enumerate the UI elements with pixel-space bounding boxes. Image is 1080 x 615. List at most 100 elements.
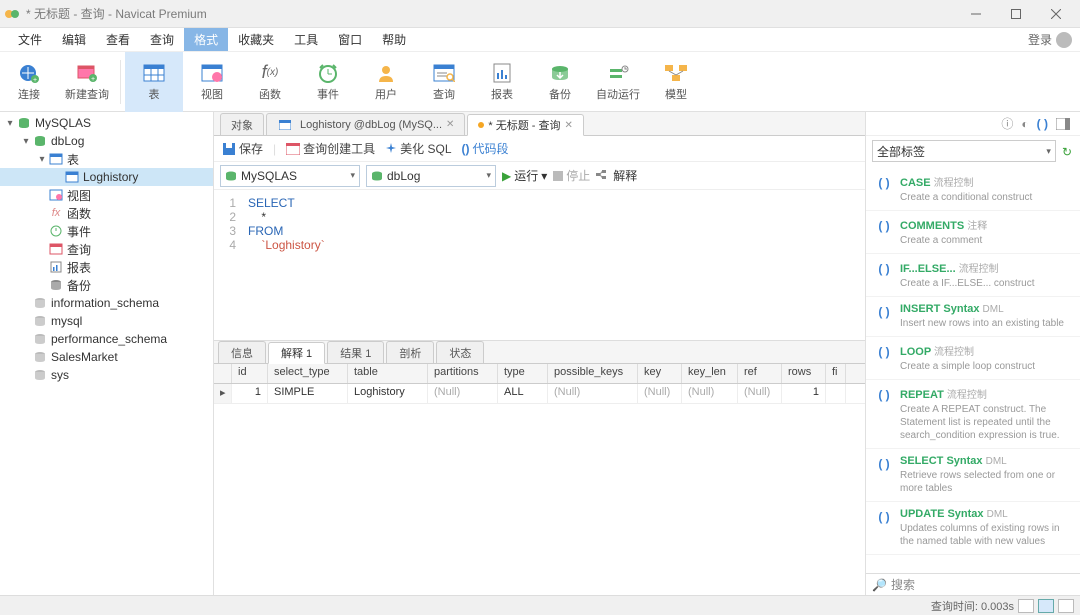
avatar-icon [1056, 32, 1072, 48]
tree-table-item[interactable]: Loghistory [0, 168, 213, 186]
new-query-button[interactable]: +新建查询 [58, 52, 116, 112]
snippet-item[interactable]: ( ) UPDATE Syntax DMLUpdates columns of … [866, 502, 1080, 555]
snippet-item[interactable]: ( ) CASE 流程控制Create a conditional constr… [866, 168, 1080, 211]
snippet-icon: ( ) [876, 508, 892, 548]
menu-format[interactable]: 格式 [184, 28, 228, 51]
tree-db-other[interactable]: information_schema [0, 294, 213, 312]
menu-file[interactable]: 文件 [8, 28, 52, 51]
tree-reports[interactable]: 报表 [0, 258, 213, 276]
code-snippet-button[interactable]: ()代码段 [462, 140, 509, 157]
autorun-button[interactable]: 自动运行 [589, 52, 647, 112]
result-tab-profile[interactable]: 剖析 [386, 341, 434, 363]
run-button[interactable]: ▶运行 ▾ [502, 167, 547, 184]
table-button[interactable]: 表 [125, 52, 183, 112]
result-tab-status[interactable]: 状态 [436, 341, 484, 363]
tree-queries[interactable]: 查询 [0, 240, 213, 258]
tab-objects[interactable]: 对象 [220, 113, 264, 135]
main-toolbar: +连接 +新建查询 表 视图 f(x)函数 事件 用户 查询 报表 备份 自动运… [0, 52, 1080, 112]
close-button[interactable] [1036, 0, 1076, 28]
snippet-icon: ( ) [876, 455, 892, 495]
snippet-item[interactable]: ( ) SELECT Syntax DMLRetrieve rows selec… [866, 449, 1080, 502]
tree-database[interactable]: ▾dbLog [0, 132, 213, 150]
search-icon: 🔎 [872, 578, 887, 592]
event-button[interactable]: 事件 [299, 52, 357, 112]
snippet-icon[interactable]: ( ) [1037, 117, 1048, 131]
snippet-item[interactable]: ( ) INSERT Syntax DMLInsert new rows int… [866, 297, 1080, 337]
report-button[interactable]: 报表 [473, 52, 531, 112]
result-tab-result[interactable]: 结果 1 [327, 341, 384, 363]
snippet-icon: ( ) [876, 343, 892, 373]
user-button[interactable]: 用户 [357, 52, 415, 112]
tree-events[interactable]: 事件 [0, 222, 213, 240]
ddl-icon[interactable]: ◐ [1021, 117, 1028, 131]
menu-help[interactable]: 帮助 [372, 28, 416, 51]
minimize-button[interactable] [956, 0, 996, 28]
function-button[interactable]: f(x)函数 [241, 52, 299, 112]
status-bar: 查询时间: 0.003s [0, 595, 1080, 615]
snippet-search-input[interactable]: 🔎搜索 [866, 573, 1080, 595]
info-icon[interactable]: ⓘ [1001, 115, 1013, 132]
refresh-icon[interactable]: ↻ [1062, 139, 1080, 159]
model-button[interactable]: 模型 [647, 52, 705, 112]
tree-backups[interactable]: 备份 [0, 276, 213, 294]
tree-connection[interactable]: ▾MySQLAS [0, 114, 213, 132]
save-button[interactable]: 保存 [222, 140, 263, 157]
tree-db-other[interactable]: SalesMarket [0, 348, 213, 366]
query-time-label: 查询时间: 0.003s [931, 598, 1014, 614]
maximize-button[interactable] [996, 0, 1036, 28]
modified-dot-icon [478, 122, 484, 128]
menu-tools[interactable]: 工具 [284, 28, 328, 51]
beautify-sql-button[interactable]: 美化 SQL [385, 140, 451, 157]
result-tabs: 信息 解释 1 结果 1 剖析 状态 [214, 340, 865, 364]
menu-edit[interactable]: 编辑 [52, 28, 96, 51]
view-mode-3[interactable] [1058, 599, 1074, 613]
result-grid[interactable]: id select_type table partitions type pos… [214, 364, 865, 595]
tree-db-other[interactable]: performance_schema [0, 330, 213, 348]
editor-area: 对象 Loghistory @dbLog (MySQ...✕ * 无标题 - 查… [214, 112, 866, 595]
connection-bar: MySQLAS▾ dbLog▾ ▶运行 ▾ 停止 解释 [214, 162, 865, 190]
query-button[interactable]: 查询 [415, 52, 473, 112]
connection-tree: ▾MySQLAS ▾dbLog ▾表 Loghistory 视图 fx函数 事件… [0, 112, 214, 595]
grid-data-row[interactable]: ▸ 1 SIMPLE Loghistory (Null) ALL (Null) … [214, 384, 865, 404]
snippet-icon: ( ) [876, 217, 892, 247]
explain-button[interactable]: 解释 [596, 167, 637, 184]
tab-loghistory[interactable]: Loghistory @dbLog (MySQ...✕ [266, 113, 465, 135]
svg-text:+: + [33, 77, 37, 83]
stop-button[interactable]: 停止 [553, 167, 590, 184]
snippet-icon: ( ) [876, 303, 892, 330]
view-mode-2[interactable] [1038, 599, 1054, 613]
menu-window[interactable]: 窗口 [328, 28, 372, 51]
query-toolbar: 保存 | 查询创建工具 美化 SQL ()代码段 [214, 136, 865, 162]
tree-tables-folder[interactable]: ▾表 [0, 150, 213, 168]
login-link[interactable]: 登录 [1028, 31, 1072, 48]
menu-view[interactable]: 查看 [96, 28, 140, 51]
menu-query[interactable]: 查询 [140, 28, 184, 51]
snippet-item[interactable]: ( ) IF...ELSE... 流程控制Create a IF...ELSE.… [866, 254, 1080, 297]
tree-functions[interactable]: fx函数 [0, 204, 213, 222]
window-title: * 无标题 - 查询 - Navicat Premium [26, 5, 956, 22]
connect-button[interactable]: +连接 [0, 52, 58, 112]
panel-icon[interactable] [1056, 118, 1070, 130]
connection-select[interactable]: MySQLAS▾ [220, 165, 360, 187]
sql-editor[interactable]: 1234 SELECT * FROM `Loghistory` [214, 190, 865, 340]
database-select[interactable]: dbLog▾ [366, 165, 496, 187]
snippet-item[interactable]: ( ) COMMENTS 注释Create a comment [866, 211, 1080, 254]
backup-button[interactable]: 备份 [531, 52, 589, 112]
view-button[interactable]: 视图 [183, 52, 241, 112]
view-mode-1[interactable] [1018, 599, 1034, 613]
menu-bar: 文件 编辑 查看 查询 格式 收藏夹 工具 窗口 帮助 登录 [0, 28, 1080, 52]
close-icon[interactable]: ✕ [565, 120, 573, 131]
tree-db-other[interactable]: mysql [0, 312, 213, 330]
close-icon[interactable]: ✕ [446, 119, 454, 130]
tree-views[interactable]: 视图 [0, 186, 213, 204]
snippet-item[interactable]: ( ) LOOP 流程控制Create a simple loop constr… [866, 337, 1080, 380]
menu-favorites[interactable]: 收藏夹 [228, 28, 284, 51]
query-builder-button[interactable]: 查询创建工具 [286, 140, 375, 157]
title-bar: * 无标题 - 查询 - Navicat Premium [0, 0, 1080, 28]
result-tab-explain[interactable]: 解释 1 [268, 342, 325, 364]
tree-db-other[interactable]: sys [0, 366, 213, 384]
result-tab-info[interactable]: 信息 [218, 341, 266, 363]
tab-untitled-query[interactable]: * 无标题 - 查询✕ [467, 114, 584, 136]
snippet-item[interactable]: ( ) REPEAT 流程控制Create A REPEAT construct… [866, 380, 1080, 449]
tag-filter-select[interactable]: 全部标签▾ [872, 140, 1056, 162]
